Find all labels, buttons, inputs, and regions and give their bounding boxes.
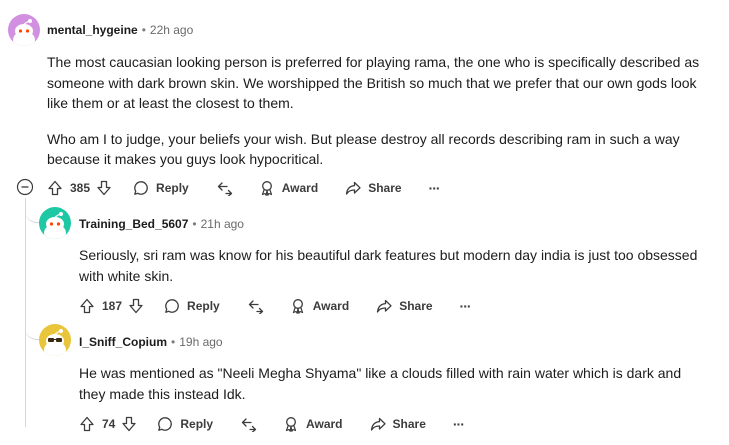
quote-reply-button[interactable] bbox=[217, 180, 233, 196]
avatar[interactable] bbox=[8, 14, 40, 46]
avatar[interactable] bbox=[39, 324, 71, 356]
award-label: Award bbox=[306, 417, 343, 431]
comment-meta: mental_hygeine • 22h ago bbox=[47, 20, 193, 40]
more-options-label: ··· bbox=[428, 180, 441, 196]
collapse-minus-icon[interactable] bbox=[16, 178, 34, 196]
share-label: Share bbox=[399, 299, 433, 313]
comment-body: The most caucasian looking person is pre… bbox=[47, 52, 717, 170]
share-arrow-icon bbox=[377, 299, 392, 313]
speech-bubble-icon bbox=[134, 181, 148, 195]
comment-paragraph: The most caucasian looking person is pre… bbox=[47, 54, 700, 111]
upvote-arrow-icon[interactable] bbox=[79, 416, 95, 432]
comment-body: He was mentioned as "Neeli Megha Shyama"… bbox=[79, 363, 709, 404]
snoo-avatar-icon bbox=[39, 324, 71, 356]
share-button[interactable]: Share bbox=[376, 298, 433, 314]
share-label: Share bbox=[368, 181, 402, 195]
downvote-arrow-icon[interactable] bbox=[128, 298, 144, 314]
comment-actions: 385 Reply Award Share ··· bbox=[47, 177, 441, 199]
more-options-button[interactable]: ··· bbox=[459, 298, 472, 314]
speech-bubble-icon bbox=[165, 299, 179, 313]
share-button[interactable]: Share bbox=[370, 416, 426, 432]
award-ribbon-icon bbox=[285, 417, 297, 432]
comment-meta: I_Sniff_Copium • 19h ago bbox=[79, 332, 223, 352]
vote-count: 187 bbox=[102, 299, 123, 313]
timestamp[interactable]: 21h ago bbox=[201, 217, 244, 231]
separator-dot: • bbox=[141, 23, 146, 37]
reply-label: Reply bbox=[187, 299, 220, 313]
award-button[interactable]: Award bbox=[290, 298, 349, 314]
speech-bubble-icon bbox=[158, 417, 173, 431]
separator-dot: • bbox=[171, 335, 176, 349]
award-ribbon-icon bbox=[261, 181, 272, 196]
username[interactable]: Training_Bed_5607 bbox=[79, 217, 188, 231]
quote-reply-icon bbox=[241, 418, 257, 432]
share-arrow-icon bbox=[370, 417, 386, 431]
quote-reply-icon bbox=[248, 300, 263, 314]
comment-body: Seriously, sri ram was know for his beau… bbox=[79, 245, 719, 286]
quote-reply-icon bbox=[217, 182, 232, 196]
quote-reply-button[interactable] bbox=[248, 298, 264, 314]
separator-dot: • bbox=[192, 217, 197, 231]
share-arrow-icon bbox=[346, 181, 361, 195]
comment-meta: Training_Bed_5607 • 21h ago bbox=[79, 214, 244, 234]
vote-count: 385 bbox=[70, 181, 91, 195]
more-options-label: ··· bbox=[459, 298, 472, 314]
share-button[interactable]: Share bbox=[345, 180, 402, 196]
avatar[interactable] bbox=[39, 207, 71, 239]
comment-paragraph: Seriously, sri ram was know for his beau… bbox=[79, 247, 698, 284]
username[interactable]: I_Sniff_Copium bbox=[79, 335, 167, 349]
vote-control: 187 bbox=[79, 298, 144, 314]
timestamp[interactable]: 19h ago bbox=[179, 335, 222, 349]
snoo-avatar-icon bbox=[39, 207, 71, 239]
thread-elbow-1 bbox=[25, 205, 39, 223]
quote-reply-button[interactable] bbox=[241, 416, 257, 432]
upvote-arrow-icon[interactable] bbox=[47, 180, 63, 196]
comment-thread: mental_hygeine • 22h ago The most caucas… bbox=[0, 0, 729, 445]
award-button[interactable]: Award bbox=[259, 180, 318, 196]
upvote-arrow-icon[interactable] bbox=[79, 298, 95, 314]
thread-line[interactable] bbox=[25, 198, 26, 427]
award-label: Award bbox=[312, 299, 350, 313]
comment-actions: 187 Reply Award Share ··· bbox=[79, 295, 472, 317]
more-options-button[interactable]: ··· bbox=[452, 416, 465, 432]
username[interactable]: mental_hygeine bbox=[47, 23, 138, 37]
award-label: Award bbox=[281, 181, 319, 195]
reply-button[interactable]: Reply bbox=[157, 416, 213, 432]
award-button[interactable]: Award bbox=[283, 416, 343, 432]
reply-button[interactable]: Reply bbox=[164, 298, 220, 314]
comment-paragraph: Who am I to judge, your beliefs your wis… bbox=[47, 130, 680, 168]
reply-label: Reply bbox=[180, 417, 214, 431]
reply-button[interactable]: Reply bbox=[133, 180, 189, 196]
award-ribbon-icon bbox=[292, 299, 303, 314]
downvote-arrow-icon[interactable] bbox=[121, 416, 137, 432]
share-label: Share bbox=[392, 417, 426, 431]
comment-paragraph: He was mentioned as "Neeli Megha Shyama"… bbox=[79, 365, 682, 402]
snoo-avatar-icon bbox=[8, 14, 40, 46]
timestamp[interactable]: 22h ago bbox=[150, 23, 193, 37]
vote-count: 74 bbox=[102, 417, 116, 431]
vote-control: 385 bbox=[47, 180, 112, 196]
comment-actions: 74 Reply Award Share ··· bbox=[79, 413, 465, 435]
downvote-arrow-icon[interactable] bbox=[96, 180, 112, 196]
thread-elbow-2 bbox=[25, 322, 39, 340]
reply-label: Reply bbox=[156, 181, 189, 195]
more-options-label: ··· bbox=[452, 416, 465, 432]
more-options-button[interactable]: ··· bbox=[428, 180, 441, 196]
vote-control: 74 bbox=[79, 416, 137, 432]
